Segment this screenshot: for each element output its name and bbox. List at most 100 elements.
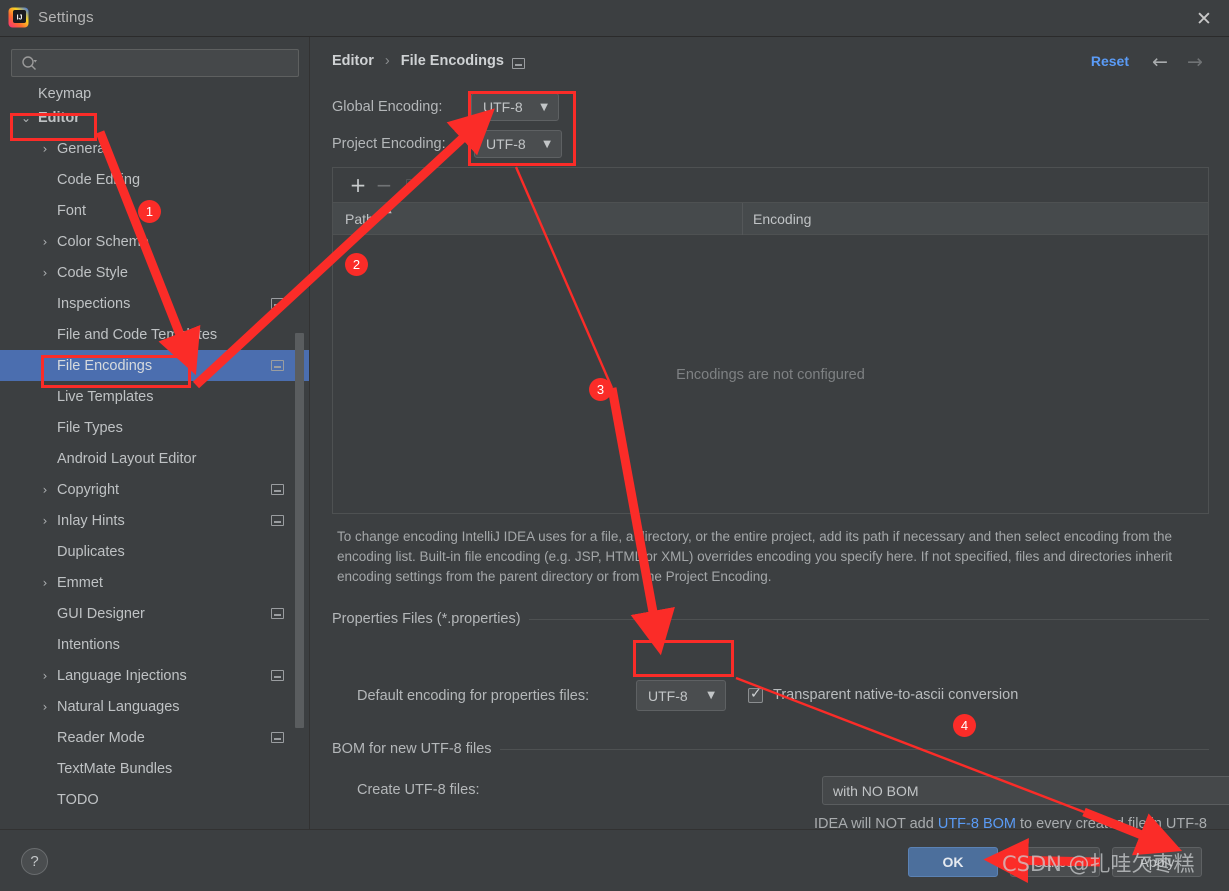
sidebar-item-reader-mode[interactable]: Reader Mode xyxy=(0,722,309,753)
properties-encoding-value: UTF-8 xyxy=(648,687,688,704)
search-input[interactable] xyxy=(44,53,292,75)
chevron-right-icon[interactable]: › xyxy=(38,700,52,714)
table-header-row: Path ▲ Encoding xyxy=(333,203,1208,235)
project-encoding-value: UTF-8 xyxy=(486,136,526,152)
chevron-right-icon[interactable]: › xyxy=(38,483,52,497)
table-toolbar: + − ⎕ xyxy=(333,168,1208,203)
sidebar-item-label: GUI Designer xyxy=(57,605,145,622)
sidebar-item-label: TextMate Bundles xyxy=(57,760,173,777)
window-titlebar: IJ Settings ✕ xyxy=(0,0,1229,37)
sort-ascending-icon: ▲ xyxy=(384,204,392,215)
properties-group-title: Properties Files (*.properties) xyxy=(332,611,529,627)
global-encoding-combo[interactable]: UTF-8 ▼ xyxy=(471,93,559,121)
column-header-encoding[interactable]: Encoding xyxy=(753,211,811,227)
sidebar-item-file-types[interactable]: File Types xyxy=(0,412,309,443)
sidebar-item-live-templates[interactable]: Live Templates xyxy=(0,381,309,412)
chevron-down-icon[interactable]: ⌄ xyxy=(19,111,33,125)
project-encoding-label: Project Encoding: xyxy=(332,136,446,152)
sidebar-item-label: Code Style xyxy=(57,264,128,281)
sidebar-item-copyright[interactable]: › Copyright xyxy=(0,474,309,505)
sidebar-item-label: General xyxy=(57,140,109,157)
remove-encoding-button[interactable]: − xyxy=(371,172,397,198)
breadcrumb: Editor › File Encodings xyxy=(332,53,504,69)
sidebar-item-general[interactable]: › General xyxy=(0,133,309,164)
transparent-conversion-label: Transparent native-to-ascii conversion xyxy=(773,687,1019,703)
sidebar-item-textmate-bundles[interactable]: TextMate Bundles xyxy=(0,753,309,784)
sidebar-item-inspections[interactable]: Inspections xyxy=(0,288,309,319)
project-scope-icon xyxy=(271,484,284,495)
sidebar-item-intentions[interactable]: Intentions xyxy=(0,629,309,660)
properties-encoding-combo[interactable]: UTF-8 ▼ xyxy=(636,680,726,711)
sidebar-item-keymap[interactable]: Keymap xyxy=(0,86,309,102)
table-empty-message: Encodings are not configured xyxy=(676,367,865,383)
breadcrumb-current: File Encodings xyxy=(400,53,504,69)
column-divider[interactable] xyxy=(742,203,743,235)
sidebar-item-label: Emmet xyxy=(57,574,103,591)
annotation-badge-2: 2 xyxy=(345,253,368,276)
chevron-right-icon[interactable]: › xyxy=(38,266,52,280)
sidebar-item-duplicates[interactable]: Duplicates xyxy=(0,536,309,567)
transparent-conversion-checkbox[interactable] xyxy=(748,686,763,703)
global-encoding-value: UTF-8 xyxy=(483,99,523,115)
ok-button[interactable]: OK xyxy=(908,847,998,877)
column-header-path[interactable]: Path xyxy=(345,211,374,227)
chevron-down-icon: ▼ xyxy=(707,690,715,701)
sidebar-item-color-scheme[interactable]: › Color Scheme xyxy=(0,226,309,257)
add-encoding-button[interactable]: + xyxy=(345,172,371,198)
annotation-badge-3: 3 xyxy=(589,378,612,401)
settings-tree: Keymap ⌄ Editor › General Code Editing Font › Co… xyxy=(0,86,309,815)
sidebar-item-label: Editor xyxy=(38,109,80,126)
project-scope-icon xyxy=(271,360,284,371)
create-utf8-files-value: with NO BOM xyxy=(833,782,919,799)
help-button[interactable]: ? xyxy=(21,848,48,875)
sidebar-item-editor[interactable]: ⌄ Editor xyxy=(0,102,309,133)
copy-icon[interactable]: ⎕ xyxy=(397,172,423,198)
chevron-right-icon[interactable]: › xyxy=(38,514,52,528)
intellij-idea-logo-icon: IJ xyxy=(8,7,29,28)
sidebar-scrollbar[interactable] xyxy=(295,333,304,728)
search-icon xyxy=(21,55,38,72)
sidebar-item-label: Android Layout Editor xyxy=(57,450,197,467)
project-scope-icon xyxy=(512,58,525,69)
project-scope-icon xyxy=(271,298,284,309)
close-icon[interactable]: ✕ xyxy=(1193,8,1215,30)
chevron-right-icon[interactable]: › xyxy=(38,142,52,156)
sidebar-item-natural-languages[interactable]: › Natural Languages xyxy=(0,691,309,722)
sidebar-item-gui-designer[interactable]: GUI Designer xyxy=(0,598,309,629)
reset-link[interactable]: Reset xyxy=(1091,53,1129,69)
sidebar-item-label: Font xyxy=(57,202,87,219)
sidebar-item-code-editing[interactable]: Code Editing xyxy=(0,164,309,195)
project-scope-icon xyxy=(271,515,284,526)
sidebar-item-todo[interactable]: TODO xyxy=(0,784,309,815)
sidebar-item-label: Color Scheme xyxy=(57,233,149,250)
sidebar-item-label: Keymap xyxy=(38,86,92,102)
annotation-badge-4: 4 xyxy=(953,714,976,737)
sidebar-item-label: Inspections xyxy=(57,295,131,312)
sidebar-item-file-encodings[interactable]: File Encodings xyxy=(0,350,309,381)
sidebar-item-label: Live Templates xyxy=(57,388,154,405)
watermark: CSDN @扎哇欠枣糕 xyxy=(1002,852,1195,876)
sidebar-item-code-style[interactable]: › Code Style xyxy=(0,257,309,288)
chevron-right-icon[interactable]: › xyxy=(38,235,52,249)
project-encoding-combo[interactable]: UTF-8 ▼ xyxy=(474,130,562,158)
create-utf8-files-combo[interactable]: with NO BOM ▼ xyxy=(822,776,1229,805)
default-properties-encoding-label: Default encoding for properties files: xyxy=(357,688,590,704)
settings-sidebar: Keymap ⌄ Editor › General Code Editing Font › Co… xyxy=(0,37,310,829)
chevron-right-icon[interactable]: › xyxy=(38,576,52,590)
breadcrumb-parent[interactable]: Editor xyxy=(332,53,374,69)
sidebar-item-label: File Types xyxy=(57,419,123,436)
encodings-hint-text: To change encoding IntelliJ IDEA uses fo… xyxy=(337,529,1173,584)
global-encoding-label: Global Encoding: xyxy=(332,99,443,115)
search-box[interactable] xyxy=(11,49,299,77)
arrow-right-icon[interactable]: → xyxy=(1183,50,1207,74)
sidebar-item-inlay-hints[interactable]: › Inlay Hints xyxy=(0,505,309,536)
sidebar-item-android-layout-editor[interactable]: Android Layout Editor xyxy=(0,443,309,474)
sidebar-item-label: Natural Languages xyxy=(57,698,180,715)
sidebar-item-label: Code Editing xyxy=(57,171,141,188)
chevron-right-icon[interactable]: › xyxy=(38,669,52,683)
sidebar-item-emmet[interactable]: › Emmet xyxy=(0,567,309,598)
sidebar-item-label: Intentions xyxy=(57,636,120,653)
sidebar-item-language-injections[interactable]: › Language Injections xyxy=(0,660,309,691)
sidebar-item-file-and-code-templates[interactable]: File and Code Templates xyxy=(0,319,309,350)
arrow-left-icon[interactable]: ← xyxy=(1148,50,1172,74)
